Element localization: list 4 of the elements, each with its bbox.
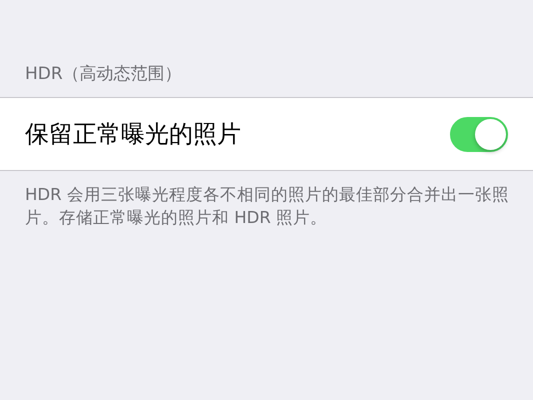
section-header: HDR（高动态范围）	[24, 63, 183, 86]
section-footer: HDR 会用三张曝光程度各不相同的照片的最佳部分合并出一张照片。存储正常曝光的照片和 HDR 照片。	[0, 171, 533, 229]
setting-label: 保留正常曝光的照片	[25, 119, 241, 150]
toggle-switch[interactable]	[450, 116, 508, 152]
